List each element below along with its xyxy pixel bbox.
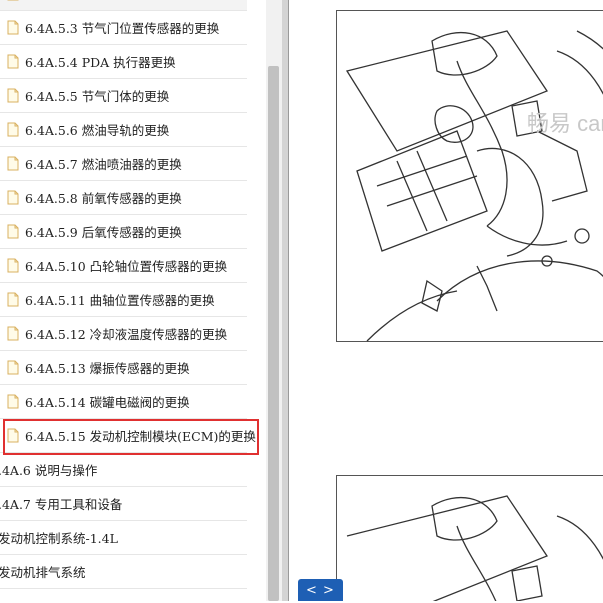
sidebar-scrollbar-thumb[interactable] bbox=[268, 66, 279, 601]
engine-bay-drawing: 畅易 car88 2012 bbox=[345, 30, 603, 342]
toc-item[interactable]: 6.4A.5.13 爆振传感器的更换 bbox=[0, 352, 247, 385]
document-icon bbox=[7, 122, 19, 137]
toc-item[interactable]: .4A.6 说明与操作 bbox=[0, 454, 247, 487]
toc-item[interactable]: 6.4A.5.12 冷却液温度传感器的更换 bbox=[0, 318, 247, 351]
toc-item-label: 6.4A.5.4 PDA 执行器更换 bbox=[25, 55, 176, 70]
document-icon bbox=[7, 0, 19, 1]
toc-item[interactable]: 6.4A.5.5 节气门体的更换 bbox=[0, 80, 247, 113]
document-icon bbox=[7, 88, 19, 103]
toc-sidebar: 6.4A.5.3 节气门位置传感器的更换 6.4A.5.4 PDA 执行器更换 6.… bbox=[0, 0, 266, 601]
toc-item-label: 发动机排气系统 bbox=[0, 565, 86, 580]
document-viewer: 畅易 car88 2012 bbox=[289, 0, 603, 601]
document-icon bbox=[7, 292, 19, 307]
document-icon bbox=[7, 360, 19, 375]
toc-item-label: 发动机控制系统-1.4L bbox=[0, 531, 118, 546]
toc-item-label: 6.4A.5.5 节气门体的更换 bbox=[25, 89, 170, 104]
document-icon bbox=[7, 258, 19, 273]
document-icon bbox=[7, 326, 19, 341]
toc-item[interactable]: 发动机控制系统-1.4L bbox=[0, 522, 247, 555]
document-icon bbox=[7, 224, 19, 239]
toc-item[interactable]: 6.4A.5.10 凸轮轴位置传感器的更换 bbox=[0, 250, 247, 283]
toc-item[interactable]: 发动机排气系统 bbox=[0, 556, 247, 589]
toc-item[interactable]: 6.4A.5.9 后氧传感器的更换 bbox=[0, 216, 247, 249]
toc-item-label: 6.4A.5.6 燃油导轨的更换 bbox=[25, 123, 170, 138]
document-icon bbox=[7, 190, 19, 205]
toc-item-label: 6.4A.5.11 曲轴位置传感器的更换 bbox=[25, 293, 215, 308]
toc-item-label: 6.4A.5.14 碳罐电磁阀的更换 bbox=[25, 395, 190, 410]
toc-item-label: 6.4A.5.9 后氧传感器的更换 bbox=[25, 225, 182, 240]
toc-item[interactable]: 6.4A.5.7 燃油喷油器的更换 bbox=[0, 148, 247, 181]
toc-item[interactable]: 6.4A.5.4 PDA 执行器更换 bbox=[0, 46, 247, 79]
document-icon bbox=[7, 156, 19, 171]
toc-item-label: 6.4A.5.7 燃油喷油器的更换 bbox=[25, 157, 182, 172]
toc-item[interactable]: 6.4A.5.3 节气门位置传感器的更换 bbox=[0, 12, 247, 45]
toc-item-label: .4A.6 说明与操作 bbox=[0, 463, 98, 478]
toc-item-label: .4A.7 专用工具和设备 bbox=[0, 497, 123, 512]
toc-item-label: 6.4A.5.10 凸轮轴位置传感器的更换 bbox=[25, 259, 228, 274]
toc-item-label: 6.4A.5.12 冷却液温度传感器的更换 bbox=[25, 327, 228, 342]
document-icon bbox=[7, 54, 19, 69]
toc-item[interactable]: 6.4A.5.6 燃油导轨的更换 bbox=[0, 114, 247, 147]
service-illustration-2 bbox=[336, 475, 603, 601]
toc-item[interactable]: 6.4A.5.8 前氧传感器的更换 bbox=[0, 182, 247, 215]
engine-bay-drawing-2 bbox=[346, 495, 603, 601]
toc-item-label: 6.4A.5.13 爆振传感器的更换 bbox=[25, 361, 190, 376]
selected-item-highlight bbox=[3, 419, 259, 455]
toc-item[interactable] bbox=[0, 0, 247, 11]
toc-item[interactable]: 6.4A.5.14 碳罐电磁阀的更换 bbox=[0, 386, 247, 419]
service-illustration-ecm-removal: 畅易 car88 2012 bbox=[336, 10, 603, 342]
sidebar-toggle-button[interactable]: < > bbox=[298, 579, 343, 601]
toc-item-label: 6.4A.5.3 节气门位置传感器的更换 bbox=[25, 21, 220, 36]
scrollbar-up-arrow[interactable] bbox=[266, 0, 282, 14]
document-icon bbox=[7, 394, 19, 409]
watermark-text: 畅易 car88 2012 bbox=[527, 111, 603, 136]
toc-item-label: 6.4A.5.8 前氧传感器的更换 bbox=[25, 191, 182, 206]
pane-divider[interactable] bbox=[282, 0, 289, 601]
toc-item[interactable]: 6.4A.5.11 曲轴位置传感器的更换 bbox=[0, 284, 247, 317]
toc-item[interactable]: .4A.7 专用工具和设备 bbox=[0, 488, 247, 521]
document-icon bbox=[7, 20, 19, 35]
